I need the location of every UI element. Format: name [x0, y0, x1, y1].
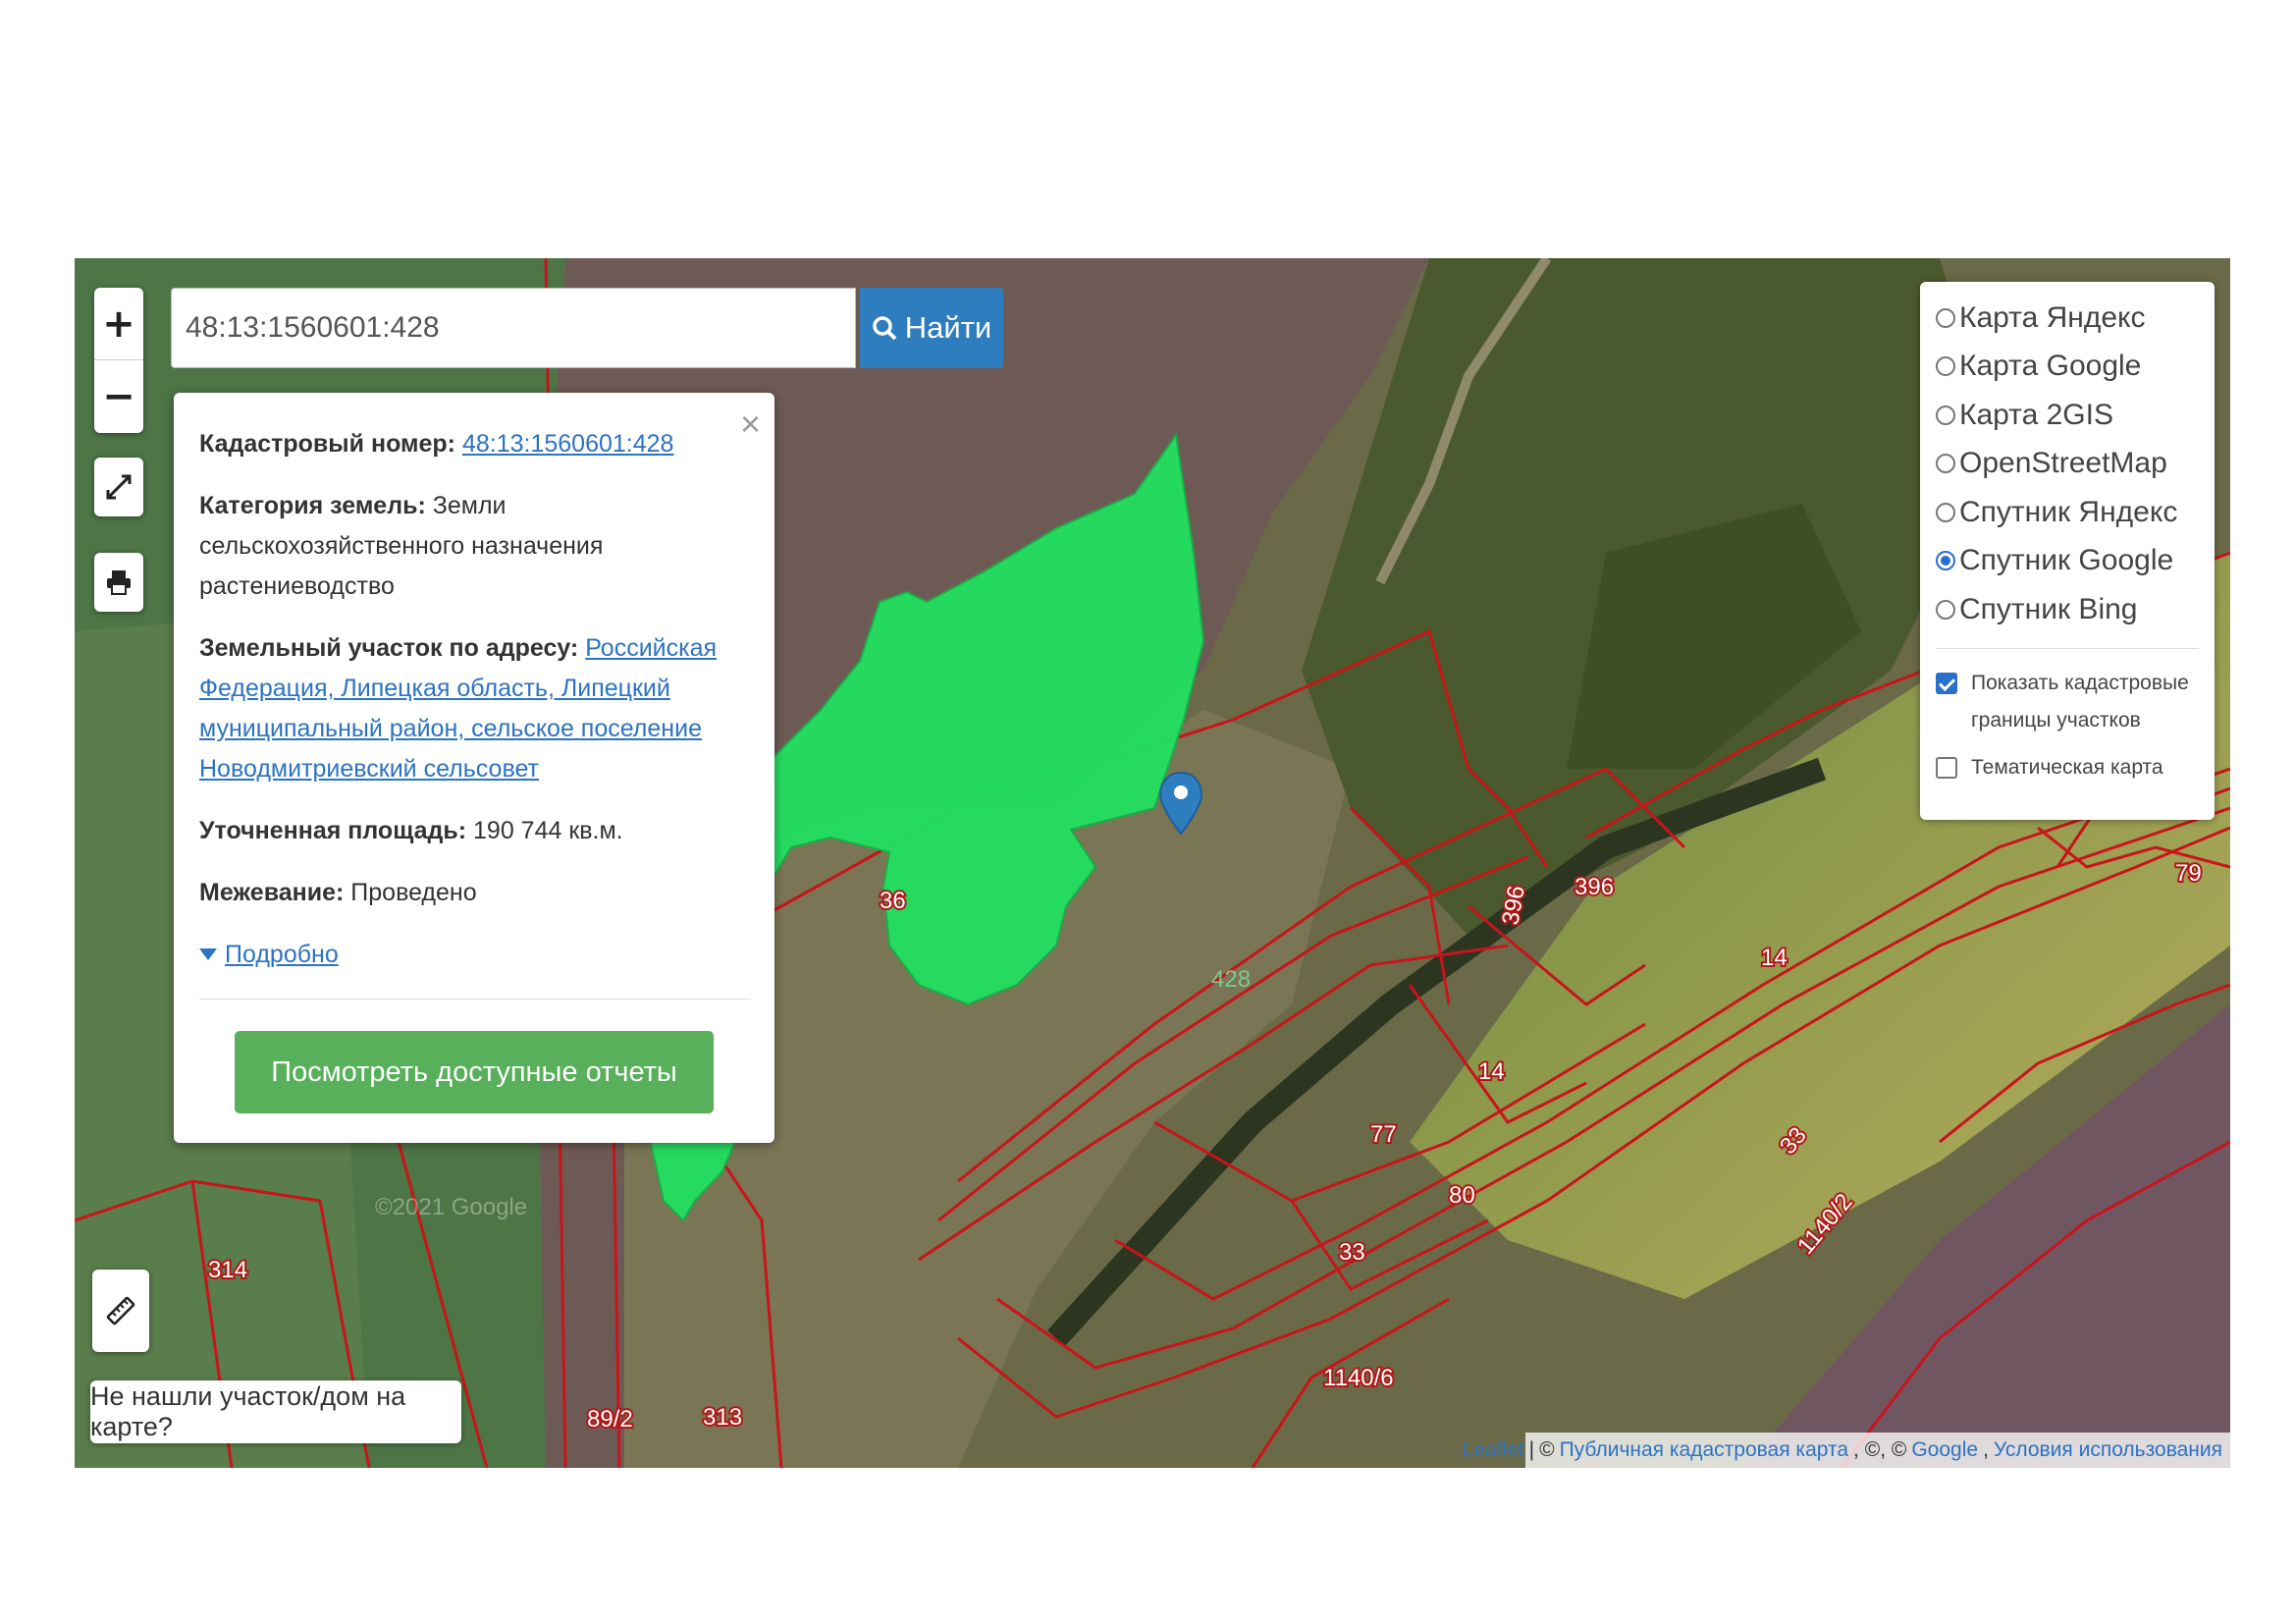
- show-boundaries-option[interactable]: Показать кадастровые границы участков: [1936, 665, 2199, 739]
- expand-icon: [106, 474, 132, 500]
- survey-value: Проведено: [350, 879, 477, 906]
- search-icon: [873, 316, 897, 341]
- layer-option-google-satellite[interactable]: Спутник Google: [1936, 537, 2199, 586]
- parcel-number-label: 36: [880, 888, 906, 914]
- layer-label: Спутник Google: [1959, 544, 2174, 577]
- attr-copy: ©: [1539, 1438, 1555, 1461]
- parcel-number-label: 14: [1761, 945, 1788, 971]
- area-value: 190 744 кв.м.: [473, 817, 623, 844]
- radio-osm[interactable]: [1936, 454, 1955, 474]
- zoom-in-button[interactable]: +: [94, 288, 143, 359]
- radio-google-satellite[interactable]: [1936, 551, 1955, 571]
- google-link[interactable]: Google: [1911, 1438, 1978, 1462]
- radio-bing-satellite[interactable]: [1936, 599, 1955, 620]
- thematic-map-label: Тематическая карта: [1971, 755, 2163, 779]
- zoom-out-button[interactable]: −: [94, 359, 143, 432]
- ruler-icon: [106, 1296, 135, 1326]
- not-found-button[interactable]: Не нашли участок/дом на карте?: [90, 1380, 461, 1443]
- leaflet-link[interactable]: Leaflet: [1463, 1438, 1524, 1462]
- layers-divider: [1936, 647, 2199, 649]
- parcel-number-label: 14: [1478, 1058, 1505, 1085]
- radio-2gis-map[interactable]: [1936, 405, 1955, 425]
- land-category-label: Категория земель:: [199, 492, 426, 519]
- more-details-link[interactable]: Подробно: [225, 935, 339, 975]
- cadastral-label: Кадастровый номер:: [199, 430, 455, 458]
- area-row: Уточненная площадь: 190 744 кв.м.: [199, 811, 751, 851]
- survey-label: Межевание:: [199, 879, 345, 906]
- measure-button[interactable]: [92, 1270, 149, 1352]
- parcel-number-label: 428: [1211, 966, 1251, 993]
- area-label: Уточненная площадь:: [199, 817, 467, 844]
- parcel-number-label: 79: [2175, 860, 2202, 887]
- fullscreen-button[interactable]: [94, 458, 143, 516]
- layer-label: Спутник Bing: [1959, 592, 2138, 625]
- attr-copy-2: , ©, ©: [1853, 1438, 1907, 1461]
- layer-label: Карта Google: [1959, 350, 2142, 383]
- popup-divider: [199, 999, 751, 1000]
- print-icon: [107, 570, 131, 595]
- cadastral-number-row: Кадастровый номер: 48:13:1560601:428: [199, 424, 751, 464]
- land-use-value: растениеводство: [199, 572, 395, 600]
- more-details-toggle[interactable]: Подробно: [199, 935, 751, 975]
- find-button-label: Найти: [904, 310, 992, 345]
- thematic-map-checkbox[interactable]: [1936, 756, 1957, 779]
- land-category-row: Категория земель: Земли сельскохозяйстве…: [199, 486, 751, 607]
- address-label: Земельный участок по адресу:: [199, 634, 579, 662]
- layer-label: Спутник Яндекс: [1959, 495, 2178, 528]
- parcel-number-label: 313: [703, 1404, 742, 1431]
- search-input[interactable]: 48:13:1560601:428: [171, 288, 856, 368]
- parcel-number-label: 314: [208, 1257, 247, 1283]
- close-icon[interactable]: ×: [740, 406, 761, 442]
- radio-yandex-map[interactable]: [1936, 307, 1955, 328]
- layer-label: Карта Яндекс: [1959, 300, 2146, 334]
- show-boundaries-checkbox[interactable]: [1936, 672, 1957, 694]
- layer-label: OpenStreetMap: [1959, 447, 2167, 480]
- map-watermark: ©2021 Google: [375, 1194, 527, 1220]
- radio-google-map[interactable]: [1936, 356, 1955, 377]
- survey-row: Межевание: Проведено: [199, 873, 751, 913]
- parcel-number-label: 80: [1449, 1182, 1475, 1209]
- search-input-value: 48:13:1560601:428: [186, 311, 440, 344]
- layer-switcher: Карта Яндекс Карта Google Карта 2GIS Ope…: [1920, 282, 2215, 820]
- layer-option-google-map[interactable]: Карта Google: [1936, 343, 2199, 392]
- radio-yandex-satellite[interactable]: [1936, 502, 1955, 522]
- attr-separator: |: [1528, 1438, 1535, 1461]
- cadastral-map-link[interactable]: Публичная кадастровая карта: [1560, 1438, 1848, 1462]
- layer-option-yandex-satellite[interactable]: Спутник Яндекс: [1936, 488, 2199, 537]
- attr-comma: ,: [1983, 1438, 1989, 1461]
- view-reports-button[interactable]: Посмотреть доступные отчеты: [235, 1031, 714, 1113]
- terms-link[interactable]: Условия использования: [1994, 1438, 2222, 1462]
- layer-option-bing-satellite[interactable]: Спутник Bing: [1936, 585, 2199, 634]
- caret-down-icon: [199, 947, 217, 960]
- parcel-number-label: 33: [1339, 1239, 1365, 1266]
- parcel-number-label: 77: [1370, 1121, 1397, 1148]
- map-marker-icon[interactable]: [1158, 771, 1203, 836]
- parcel-number-label: 89/2: [587, 1406, 633, 1433]
- zoom-control: + −: [94, 288, 143, 433]
- layer-option-yandex-map[interactable]: Карта Яндекс: [1936, 294, 2199, 343]
- find-button[interactable]: Найти: [860, 288, 1003, 368]
- address-row: Земельный участок по адресу: Российская …: [199, 628, 751, 789]
- print-button[interactable]: [94, 553, 143, 612]
- thematic-map-option[interactable]: Тематическая карта: [1936, 749, 2199, 786]
- cadastral-number-link[interactable]: 48:13:1560601:428: [462, 430, 674, 458]
- parcel-info-popup: × Кадастровый номер: 48:13:1560601:428 К…: [174, 393, 774, 1143]
- parcel-number-label: 396: [1575, 874, 1614, 900]
- layer-label: Карта 2GIS: [1959, 398, 2113, 431]
- layer-option-2gis-map[interactable]: Карта 2GIS: [1936, 391, 2199, 440]
- map-view[interactable]: 36 396 396 14 14 79 428 77 80 33 33 1140…: [75, 258, 2230, 1468]
- parcel-number-label: 1140/6: [1323, 1365, 1394, 1391]
- map-attribution: Leaflet | © Публичная кадастровая карта …: [1463, 1433, 2230, 1468]
- show-boundaries-label: Показать кадастровые границы участков: [1971, 671, 2189, 731]
- layer-option-osm[interactable]: OpenStreetMap: [1936, 440, 2199, 489]
